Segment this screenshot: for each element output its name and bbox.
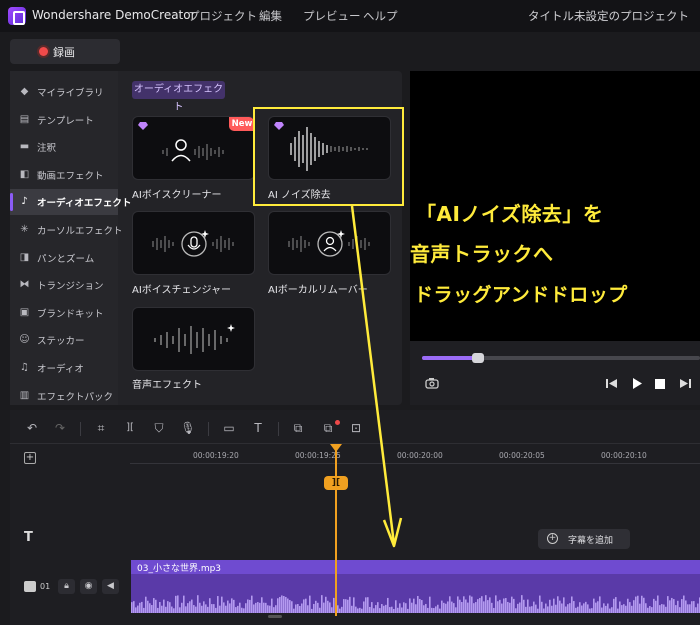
sidebar-item[interactable]: ♫ オーディオ [10,355,118,381]
sidebar-item-label: テンプレート [37,115,94,127]
sidebar-item-label: カーソルエフェクト [37,226,123,237]
toolbar-divider [208,422,209,436]
playback-controls [410,341,700,405]
audio-effect-thumbnail-icon [154,324,235,354]
sidebar-item[interactable]: ▬ 注釈 [10,134,118,160]
sidebar-item[interactable]: ✳ カーソルエフェクト [10,217,122,243]
effect-card-ai-voice-cleaner[interactable]: New [132,116,255,180]
sticker-icon: ☺ [19,334,30,346]
camera-snapshot-icon[interactable] [425,377,439,389]
template-icon: ▤ [19,113,30,125]
redo-icon[interactable]: ↷ [52,420,68,436]
effect-card-label: AIボイスクリーナー [132,190,222,201]
ruler-tick-label: 00:00:19:20 [193,451,239,460]
library-icon: ◆ [20,86,29,97]
shield-icon[interactable]: ⛉ [151,420,167,436]
comment-icon[interactable]: ▭ [221,420,237,436]
crop-icon[interactable]: ⌗ [93,420,109,436]
music-note-icon: ♪ [21,196,28,208]
sidebar-item[interactable]: ◨ パンとズーム [10,245,118,271]
premium-gem-icon [138,122,148,130]
sidebar-item-label: オーディオエフェクト [37,198,132,210]
microphone-icon[interactable]: 🎙︎ [180,420,196,436]
effect-card-audio-effect[interactable] [132,307,255,371]
sidebar-item-label: マイライブラリ [37,88,104,99]
pan-zoom-icon: ◨ [19,251,30,263]
clapperboard-icon [24,581,36,592]
effect-card-label: AIボイスチェンジャー [132,285,231,296]
stop-icon[interactable] [655,379,665,389]
add-track-icon[interactable]: + [24,452,36,464]
sidebar-item[interactable]: ⧓ トランジション [10,272,118,298]
record-icon [39,47,48,56]
text-track-icon: T [24,530,33,545]
sidebar-item[interactable]: ▣ ブランドキット [10,300,118,326]
sidebar-item[interactable]: ☺ ステッカー [10,327,118,353]
add-circle-icon: + [547,533,558,544]
step-forward-icon[interactable] [679,378,691,389]
effect-pack-icon: ▥ [19,389,30,401]
sidebar-item[interactable]: ♪ オーディオエフェクト [10,189,131,216]
scrubber-handle[interactable] [471,353,484,363]
freeze-frame-icon[interactable]: ⧉ [290,420,306,436]
category-header: オーディオエフェクト [132,81,225,113]
voice-changer-thumbnail-icon [152,230,234,257]
eye-icon[interactable]: ◉ [80,579,97,594]
menu-project[interactable]: プロジェクト [188,8,257,24]
sidebar-item-label: エフェクトパック [37,391,114,403]
speaker-icon[interactable]: ◀ [102,579,119,594]
text-box-icon[interactable]: T [250,420,266,436]
playhead-line[interactable] [335,446,337,616]
sidebar-item-label: オーディオ [37,364,84,375]
audio-waveform [131,595,700,613]
audio-icon: ♫ [20,362,29,373]
menu-preview[interactable]: プレビュー [303,8,361,24]
sidebar-item-label: ブランドキット [37,308,104,320]
app-name: Wondershare DemoCreator [32,8,196,22]
split-icon[interactable]: ][ [122,420,138,436]
sidebar-item[interactable]: ▥ エフェクトパック [10,383,118,409]
ruler-tick-label: 00:00:19:25 [295,451,341,460]
play-icon[interactable] [632,378,642,389]
highlight-box [253,107,404,206]
drag-arrow-icon [350,205,403,548]
toolbar-divider [278,422,279,436]
ruler-tick-label: 00:00:20:10 [601,451,647,460]
video-effect-icon: ◧ [19,168,30,180]
annotation-line-3: ドラッグアンドドロップ [414,284,628,306]
annotation-icon: ▬ [19,141,30,153]
new-badge: New [229,117,254,131]
sidebar-item[interactable]: ◧ 動画エフェクト [10,162,118,188]
track-number: 01 [40,582,51,591]
add-caption-label: 字幕を追加 [568,536,614,546]
toolbar-divider [80,422,81,436]
panel-resize-handle[interactable] [268,615,282,618]
transition-icon: ⧓ [19,279,30,291]
app-logo-icon [8,7,26,25]
step-back-icon[interactable] [606,378,618,389]
project-title: タイトル未設定のプロジェクト [528,9,689,23]
menu-help[interactable]: ヘルプ [363,8,398,24]
audio-clip-name: 03_小さな世界.mp3 [137,564,222,574]
cursor-icon: ✳ [20,224,29,235]
ruler-tick-label: 00:00:20:05 [499,451,545,460]
lock-icon[interactable]: 🔒︎ [58,579,75,594]
annotation-line-2: 音声トラックへ [410,242,554,266]
speed-icon[interactable]: ⧉ [320,420,336,436]
scrubber-progress [422,356,478,360]
menu-edit[interactable]: 編集 [259,8,282,24]
annotation-line-1: 「AIノイズ除去」を [416,202,604,226]
effect-card-label: 音声エフェクト [132,380,202,391]
brand-kit-icon: ▣ [19,306,30,318]
sidebar-item[interactable]: ▤ テンプレート [10,107,118,133]
sidebar-item-label: トランジション [37,281,104,293]
record-label: 録画 [53,46,75,59]
sidebar-item-label: ステッカー [37,336,85,348]
effect-card-ai-voice-changer[interactable] [132,211,255,275]
sidebar-item-label: 動画エフェクト [37,170,104,182]
sidebar-item-label: パンとズーム [37,253,95,265]
sidebar-item-label: 注釈 [37,143,57,155]
undo-icon[interactable]: ↶ [24,420,40,436]
sidebar-item[interactable]: ◆ マイライブラリ [10,79,118,105]
